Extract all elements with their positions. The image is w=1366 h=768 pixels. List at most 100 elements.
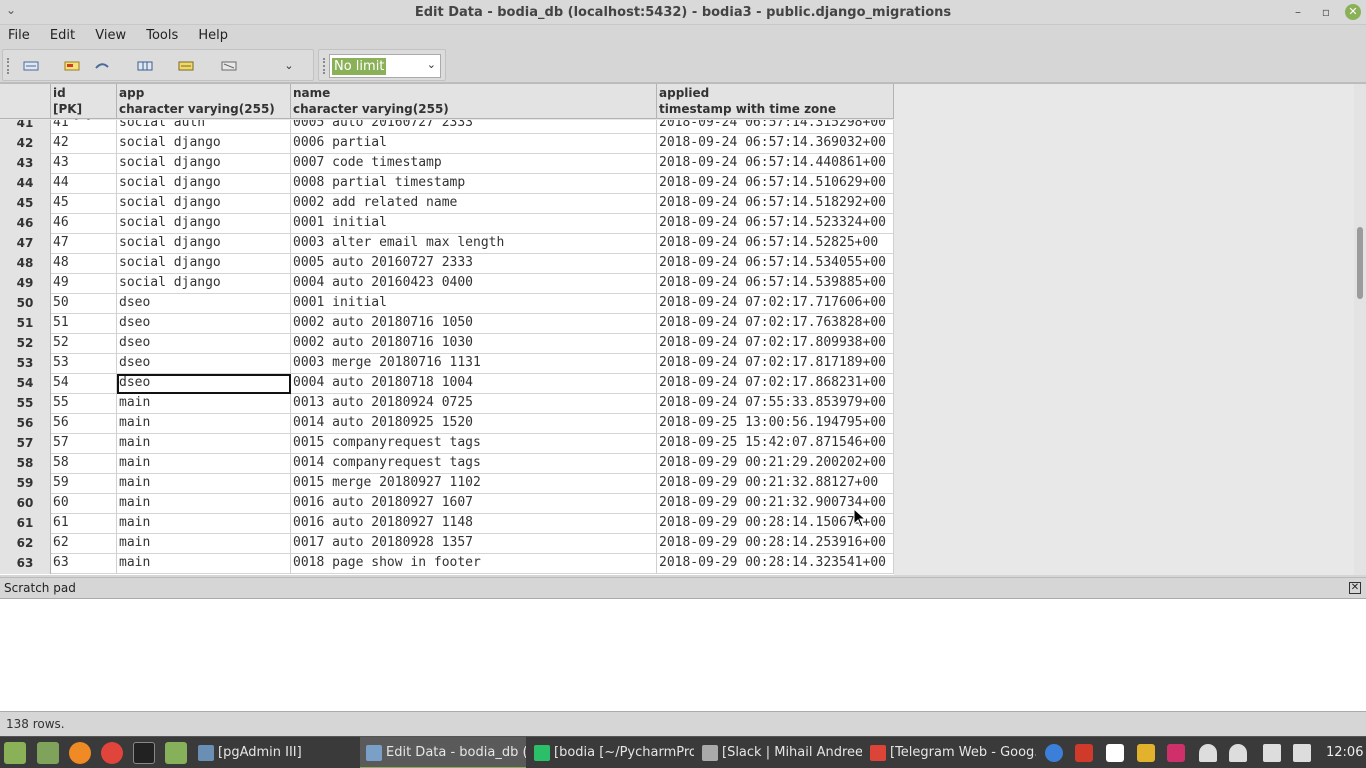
table-row[interactable]: 58 58 main 0014 companyrequest tags 2018-09-… <box>0 454 894 474</box>
table-row[interactable]: 44 44 social django 0008 partial timestamp 2… <box>0 174 894 194</box>
cell-id[interactable]: 62 <box>51 534 117 554</box>
chevron-down-icon[interactable]: ⌄ <box>427 58 436 71</box>
row-header[interactable]: 44 <box>0 174 51 194</box>
cell-name[interactable]: 0004 auto 20160423 0400 <box>291 274 657 294</box>
cell-applied[interactable]: 2018-09-24 06:57:14.534055+00 <box>657 254 894 274</box>
taskbar-window-button[interactable]: [pgAdmin III] <box>192 737 358 768</box>
cell-app[interactable]: dseo <box>117 354 291 374</box>
table-row[interactable]: 42 42 social django 0006 partial 2018-09-24 … <box>0 134 894 154</box>
cell-app[interactable]: social django <box>117 174 291 194</box>
taskbar-window-button[interactable]: Edit Data - bodia_db (l... <box>360 737 526 768</box>
cell-app[interactable]: dseo <box>117 334 291 354</box>
cell-app[interactable]: social django <box>117 254 291 274</box>
cell-id[interactable]: 60 <box>51 494 117 514</box>
maximize-icon[interactable]: ▫ <box>1318 4 1334 20</box>
cell-app[interactable]: main <box>117 474 291 494</box>
cell-app[interactable]: dseo <box>117 294 291 314</box>
table-row[interactable]: 48 48 social django 0005 auto 20160727 2333… <box>0 254 894 274</box>
row-header[interactable]: 61 <box>0 514 51 534</box>
cell-name[interactable]: 0018 page show in footer <box>291 554 657 574</box>
table-row[interactable]: 46 46 social django 0001 initial 2018-09-24 … <box>0 214 894 234</box>
cell-applied[interactable]: 2018-09-24 07:55:33.853979+00 <box>657 394 894 414</box>
cell-app[interactable]: main <box>117 514 291 534</box>
cell-id[interactable]: 45 <box>51 194 117 214</box>
row-header[interactable]: 46 <box>0 214 51 234</box>
cell-id[interactable]: 58 <box>51 454 117 474</box>
cell-name[interactable]: 0007 code timestamp <box>291 154 657 174</box>
cell-name[interactable]: 0014 auto 20180925 1520 <box>291 414 657 434</box>
taskbar-window-button[interactable]: [Slack | Mihail Andree... <box>696 737 862 768</box>
cell-name[interactable]: 0003 alter email max length <box>291 234 657 254</box>
cell-applied[interactable]: 2018-09-24 06:57:14.440861+00 <box>657 154 894 174</box>
cell-applied[interactable]: 2018-09-24 07:02:17.809938+00 <box>657 334 894 354</box>
cell-app[interactable]: main <box>117 454 291 474</box>
cell-name[interactable]: 0016 auto 20180927 1607 <box>291 494 657 514</box>
cell-applied[interactable]: 2018-09-24 07:02:17.717606+00 <box>657 294 894 314</box>
cell-applied[interactable]: 2018-09-29 00:21:29.200202+00 <box>657 454 894 474</box>
volume-icon[interactable] <box>1293 744 1311 762</box>
cell-name[interactable]: 0016 auto 20180927 1148 <box>291 514 657 534</box>
row-limit-select[interactable]: No limit ⌄ <box>329 54 441 78</box>
corner-header[interactable] <box>0 84 51 119</box>
cell-id[interactable]: 63 <box>51 554 117 574</box>
row-header[interactable]: 63 <box>0 554 51 574</box>
cell-name[interactable]: 0014 companyrequest tags <box>291 454 657 474</box>
menu-file[interactable]: File <box>0 25 38 47</box>
cell-applied[interactable]: 2018-09-24 06:57:14.369032+00 <box>657 134 894 154</box>
cell-id[interactable]: 44 <box>51 174 117 194</box>
cell-id[interactable]: 54 <box>51 374 117 394</box>
cell-app[interactable]: main <box>117 534 291 554</box>
table-row[interactable]: 54 54 dseo 0004 auto 20180718 1004 2018-09-2… <box>0 374 894 394</box>
cell-id[interactable]: 52 <box>51 334 117 354</box>
cell-app[interactable]: social django <box>117 194 291 214</box>
cell-id[interactable]: 57 <box>51 434 117 454</box>
table-row[interactable]: 50 50 dseo 0001 initial 2018-09-24 07:02:17.… <box>0 294 894 314</box>
row-header[interactable]: 55 <box>0 394 51 414</box>
table-row[interactable]: 57 57 main 0015 companyrequest tags 2018-09-… <box>0 434 894 454</box>
cell-applied[interactable]: 2018-09-24 06:57:14.510629+00 <box>657 174 894 194</box>
cell-name[interactable]: 0002 add related name <box>291 194 657 214</box>
row-header[interactable]: 58 <box>0 454 51 474</box>
menu-edit[interactable]: Edit <box>42 25 83 47</box>
cell-app[interactable]: social django <box>117 214 291 234</box>
terminal-icon[interactable] <box>133 742 155 764</box>
cell-id[interactable]: 51 <box>51 314 117 334</box>
menu-tools[interactable]: Tools <box>138 25 186 47</box>
table-row[interactable]: 43 43 social django 0007 code timestamp 2018… <box>0 154 894 174</box>
cell-name[interactable]: 0003 merge 20180716 1131 <box>291 354 657 374</box>
cell-app[interactable]: social django <box>117 154 291 174</box>
slack-icon[interactable] <box>1137 744 1155 762</box>
scratch-pad-textarea[interactable] <box>0 598 1366 712</box>
save-icon[interactable] <box>63 59 81 73</box>
cell-app[interactable]: main <box>117 414 291 434</box>
cell-name[interactable]: 0004 auto 20180718 1004 <box>291 374 657 394</box>
row-header[interactable]: 41 <box>0 120 51 134</box>
vertical-scrollbar[interactable] <box>1354 84 1366 575</box>
refresh-icon[interactable] <box>22 59 40 73</box>
cell-id[interactable]: 48 <box>51 254 117 274</box>
cell-name[interactable]: 0002 auto 20180716 1030 <box>291 334 657 354</box>
sort-icon[interactable] <box>177 59 195 73</box>
cell-id[interactable]: 43 <box>51 154 117 174</box>
scrollbar-thumb[interactable] <box>1357 227 1363 299</box>
row-header[interactable]: 43 <box>0 154 51 174</box>
cell-name[interactable]: 0005 auto 20160727 2333 <box>291 120 657 134</box>
cell-name[interactable]: 0006 partial <box>291 134 657 154</box>
taskbar-window-button[interactable]: [bodia [~/PycharmProj... <box>528 737 694 768</box>
row-header[interactable]: 56 <box>0 414 51 434</box>
taskbar-window-button[interactable]: [Telegram Web - Goog... <box>864 737 1036 768</box>
undo-icon[interactable] <box>93 59 111 73</box>
cell-id[interactable]: 49 <box>51 274 117 294</box>
firefox-icon[interactable] <box>69 742 91 764</box>
row-header[interactable]: 50 <box>0 294 51 314</box>
table-row[interactable]: 55 55 main 0013 auto 20180924 0725 2018-09-2… <box>0 394 894 414</box>
cell-app[interactable]: dseo <box>117 314 291 334</box>
cell-name[interactable]: 0001 initial <box>291 294 657 314</box>
desktop-icon[interactable] <box>37 742 59 764</box>
minimize-icon[interactable]: – <box>1290 4 1306 20</box>
cell-applied[interactable]: 2018-09-25 13:00:56.194795+00 <box>657 414 894 434</box>
table-row[interactable]: 47 47 social django 0003 alter email max le… <box>0 234 894 254</box>
delete-row-icon[interactable] <box>220 59 238 73</box>
toolbar-overflow-chevron-icon[interactable]: ⌄ <box>281 59 297 73</box>
cell-applied[interactable]: 2018-09-24 07:02:17.817189+00 <box>657 354 894 374</box>
